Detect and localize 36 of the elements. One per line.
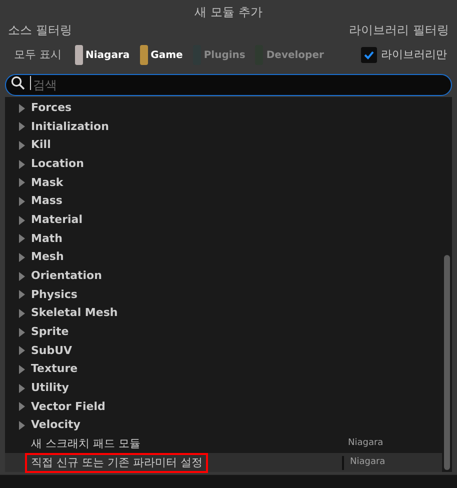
category-row[interactable]: Physics: [5, 286, 442, 304]
library-only-label: 라이브러리만: [381, 46, 447, 63]
module-name: 새 스크래치 패드 모듈: [30, 436, 142, 452]
search-icon: [11, 76, 25, 90]
category-row[interactable]: Math: [5, 230, 442, 248]
category-row[interactable]: Forces: [5, 99, 442, 118]
category-row[interactable]: Location: [5, 154, 442, 174]
search-field[interactable]: 검색: [5, 74, 452, 96]
module-source: Niagara: [347, 437, 384, 450]
category-row[interactable]: Velocity: [5, 416, 442, 435]
module-name: 직접 신규 또는 기존 파라미터 설정: [27, 454, 206, 472]
module-source: Niagara: [342, 456, 442, 470]
library-only-checkbox[interactable]: [361, 47, 377, 63]
category-row[interactable]: Mesh: [5, 248, 442, 267]
source-filter-chip[interactable]: Game: [140, 43, 184, 67]
category-row[interactable]: Mass: [5, 192, 442, 211]
category-row[interactable]: Sprite: [5, 322, 442, 342]
category-row[interactable]: Kill: [5, 136, 442, 155]
category-row[interactable]: Orientation: [5, 266, 442, 286]
category-row[interactable]: Vector Field: [5, 398, 442, 416]
category-row[interactable]: Material: [5, 210, 442, 230]
window-title: 새 모듈 추가: [194, 4, 262, 20]
show-all-button[interactable]: 모두 표시: [10, 43, 66, 67]
check-icon: [363, 49, 375, 61]
module-row[interactable]: 직접 신규 또는 기존 파라미터 설정 Niagara: [5, 453, 442, 472]
category-row[interactable]: Texture: [5, 360, 442, 379]
library-filter-label: 라이브러리 필터링: [349, 22, 449, 39]
source-filter-label: 소스 필터링: [8, 22, 72, 39]
category-row[interactable]: SubUV: [5, 342, 442, 360]
category-row[interactable]: Initialization: [5, 118, 442, 136]
scrollbar-thumb[interactable]: [444, 255, 450, 470]
category-row[interactable]: Skeletal Mesh: [5, 304, 442, 323]
source-filter-chip[interactable]: Niagara: [74, 43, 131, 67]
category-row[interactable]: Mask: [5, 174, 442, 192]
category-row[interactable]: Utility: [5, 378, 442, 398]
module-row[interactable]: 새 스크래치 패드 모듈 Niagara: [5, 434, 442, 454]
